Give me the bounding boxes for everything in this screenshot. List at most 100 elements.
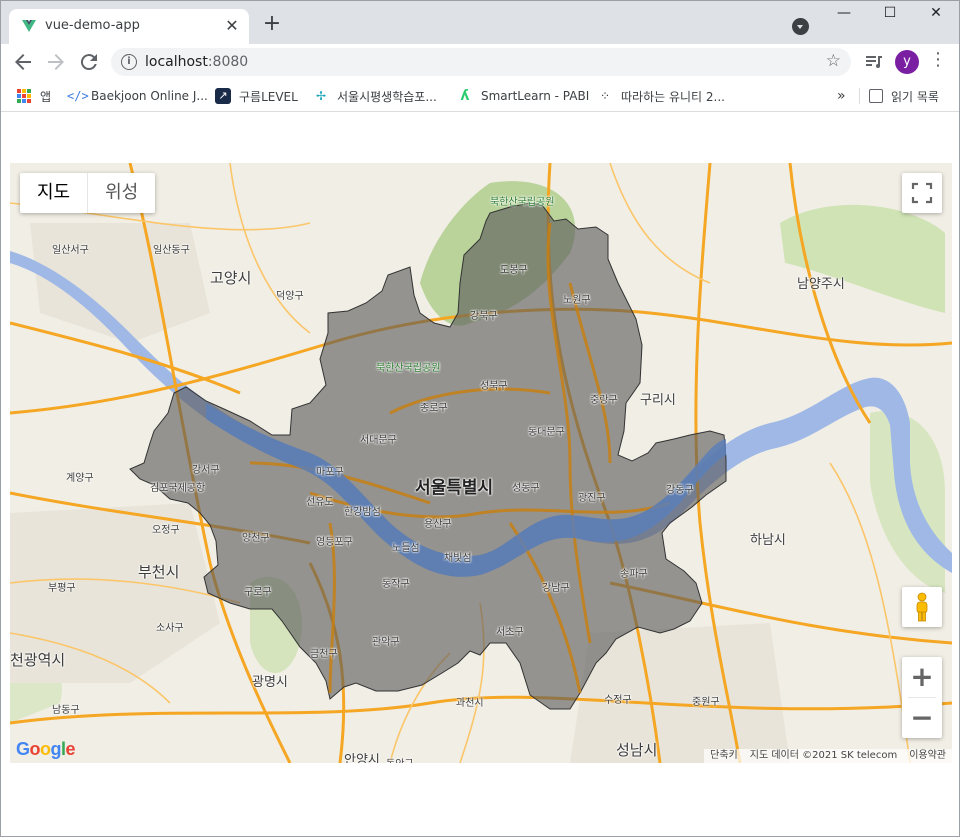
bookmark-label: SmartLearn - PABI [481,89,590,103]
map-label: 일산서구 [52,245,89,256]
reading-list-button[interactable]: 읽기 목록 [869,86,939,106]
google-logo[interactable]: Google [16,739,76,760]
map-label: 서초구 [496,627,524,638]
vue-logo-icon [22,20,36,32]
map-label: 하남시 [750,533,786,548]
map-label: 서대문구 [360,435,397,446]
map-label: 김포국제공항 [150,483,206,494]
map-type-satellite-button[interactable]: 위성 [88,173,155,213]
tab-close-icon[interactable]: ✕ [223,17,241,35]
map-label: 성동구 [512,483,540,494]
map-label: 성남시 [616,741,658,759]
bookmarks-bar: 앱 </> Baekjoon Online J... ↗ 구름LEVEL ✢ 서… [1,80,959,112]
minimize-button[interactable]: — [821,5,867,29]
browser-window: vue-demo-app ✕ + — ☐ ✕ i localhost:8080 … [0,0,960,837]
browser-tab[interactable]: vue-demo-app ✕ [9,9,249,44]
map-label: 양천구 [242,533,270,544]
map-label: 강동구 [666,485,694,496]
map-label: 강서구 [192,465,220,476]
bookmark-label: 읽기 목록 [891,89,939,104]
map-label: 종로구 [420,403,448,414]
map-type-map-button[interactable]: 지도 [20,173,89,213]
map-label: 중원구 [692,697,720,708]
map-attribution: 단축키 지도 데이터 ©2021 SK telecom 이용약관 [704,749,952,763]
goorm-icon: ↗ [215,88,231,104]
google-map[interactable]: 서울특별시 고양시 남양주시 구리시 하남시 부천시 천광역시 광명시 성남시 … [10,163,952,763]
map-label: 부천시 [138,563,180,581]
address-bar[interactable]: i localhost:8080 ☆ [111,48,851,76]
map-label: 마포구 [316,467,344,478]
map-label: 노들섬 [392,543,420,554]
apps-grid-icon [17,89,31,103]
fullscreen-icon [911,182,933,204]
back-icon[interactable] [11,50,35,74]
bookmark-label: 구름LEVEL [239,89,298,104]
bookmarks-overflow-button[interactable]: » [837,86,846,106]
map-label: 노원구 [563,295,591,306]
browser-toolbar: i localhost:8080 ☆ y ⋮ [1,44,959,80]
menu-icon[interactable]: ⋮ [927,51,949,73]
bookmark-goorm[interactable]: ↗ 구름LEVEL [215,86,298,106]
map-data-text: 지도 데이터 ©2021 SK telecom [749,750,898,761]
map-label: 한강밤섬 [344,507,381,518]
map-label: 덕양구 [276,291,304,302]
bookmark-label: Baekjoon Online J... [91,89,208,103]
media-control-icon[interactable] [863,51,885,73]
map-label: 북한산국립공원 [376,363,441,374]
site-info-icon[interactable]: i [121,54,137,70]
map-label: 관악구 [372,637,400,648]
map-label: 일산동구 [153,245,190,256]
url-text[interactable]: localhost:8080 [145,54,248,70]
map-type-control: 지도 위성 [20,173,156,213]
bookmark-smartlearn[interactable]: ʎ SmartLearn - PABI [457,86,589,106]
map-label: 남동구 [52,705,80,716]
bookmark-seoul[interactable]: ✢ 서울시평생학습포... [313,86,437,106]
keyboard-shortcuts-link[interactable]: 단축키 [704,749,744,763]
map-label: 성북구 [480,381,508,392]
smartlearn-icon: ʎ [460,88,470,104]
map-label: 구리시 [640,393,676,408]
map-canvas[interactable] [10,163,952,763]
bookmark-unity[interactable]: ⁘ 따라하는 유니티 2... [597,86,725,106]
dots-icon: ⁘ [599,89,611,103]
bookmark-star-icon[interactable]: ☆ [826,51,841,71]
tab-title: vue-demo-app [45,18,140,33]
bookmark-label: 앱 [40,89,52,104]
tab-search-icon[interactable] [792,18,809,35]
street-view-pegman[interactable] [902,587,942,627]
zoom-control: + − [902,657,942,738]
map-label: 과천시 [456,698,484,709]
bookmark-baekjoon[interactable]: </> Baekjoon Online J... [67,86,208,106]
tab-strip: vue-demo-app ✕ + — ☐ ✕ [1,1,959,44]
zoom-in-button[interactable]: + [902,657,942,697]
reading-list-icon [869,89,883,103]
map-label: 송파구 [620,569,648,580]
reload-icon[interactable] [77,50,101,74]
maximize-button[interactable]: ☐ [867,5,913,29]
close-window-button[interactable]: ✕ [913,5,959,29]
code-icon: </> [67,89,89,103]
bookmark-label: 서울시평생학습포... [337,89,437,104]
map-label: 오정구 [152,525,180,536]
map-label: 강남구 [542,583,570,594]
map-label: 선유도 [306,497,334,508]
map-label: 금천구 [310,649,338,660]
map-label: 도봉구 [500,265,528,276]
map-label: 광진구 [578,493,606,504]
map-label: 영등포구 [316,537,353,548]
map-label: 동대문구 [528,427,565,438]
map-label: 고양시 [210,269,252,287]
new-tab-button[interactable]: + [261,13,283,36]
terms-link[interactable]: 이용약관 [903,749,952,763]
map-label: 소사구 [156,623,184,634]
seoul-icon: ✢ [315,89,327,103]
map-label: 서울특별시 [415,478,494,498]
zoom-out-button[interactable]: − [902,698,942,738]
profile-avatar[interactable]: y [895,50,919,74]
bookmark-apps[interactable]: 앱 [17,86,51,106]
fullscreen-button[interactable] [902,173,942,213]
map-label: 부평구 [48,583,76,594]
map-label: 용산구 [424,519,452,530]
map-label: 채빛섬 [444,553,472,564]
forward-icon[interactable] [44,50,68,74]
